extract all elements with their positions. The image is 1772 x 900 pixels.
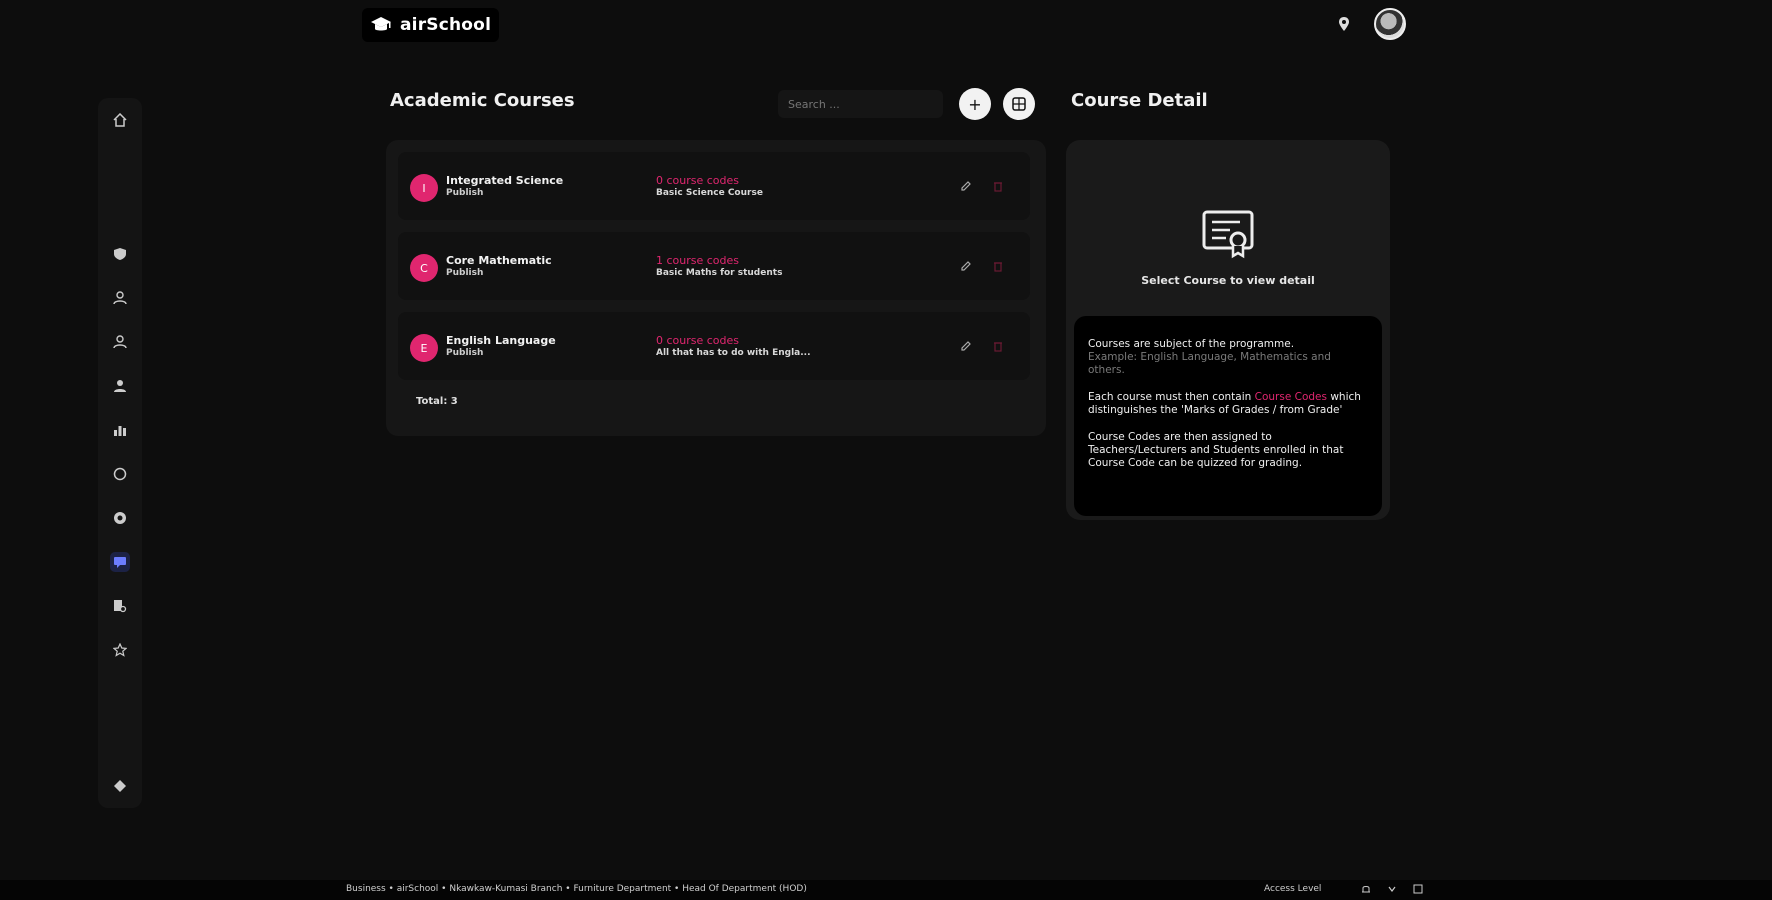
info-p1-muted: Example: English Language, Mathematics a… (1088, 351, 1331, 376)
sidebar-item-reports[interactable] (110, 420, 130, 440)
sidebar-item-settings[interactable] (110, 464, 130, 484)
delete-icon[interactable] (990, 258, 1006, 274)
user-avatar[interactable] (1374, 8, 1406, 40)
edit-icon[interactable] (958, 258, 974, 274)
edit-icon[interactable] (958, 178, 974, 194)
grid-icon (1012, 97, 1026, 111)
course-description: Basic Science Course (656, 188, 763, 198)
delete-icon[interactable] (990, 338, 1006, 354)
app-logo[interactable]: airSchool (362, 8, 500, 42)
course-status: Publish (446, 348, 484, 358)
access-level[interactable]: Access Level (1264, 884, 1321, 894)
sidebar-item-user-1[interactable] (110, 288, 130, 308)
graduation-cap-icon (370, 14, 392, 36)
bar-chart-icon (114, 426, 126, 436)
add-course-button[interactable]: + (959, 88, 991, 120)
course-detail-panel: Select Course to view detail Courses are… (1066, 140, 1390, 520)
bell-icon[interactable] (1360, 883, 1372, 895)
course-status: Publish (446, 268, 484, 278)
sidebar-item-courses[interactable] (110, 552, 130, 572)
chevron-down-icon[interactable] (1386, 883, 1398, 895)
sidebar-item-user-3[interactable] (110, 376, 130, 396)
delete-icon[interactable] (990, 178, 1006, 194)
course-row[interactable]: E English Language Publish 0 course code… (398, 312, 1030, 380)
user-icon (113, 291, 127, 305)
certificate-icon (1200, 208, 1256, 260)
filter-button[interactable] (1003, 88, 1035, 120)
info-p1-strong: Courses are subject of the programme. (1088, 338, 1295, 350)
lifebuoy-icon (114, 512, 126, 524)
course-row[interactable]: C Core Mathematic Publish 1 course codes… (398, 232, 1030, 300)
user-icon (114, 380, 126, 392)
total-count: Total: 3 (416, 396, 458, 407)
info-p2-link: Course Codes (1254, 391, 1327, 403)
sidebar-item-extra[interactable] (110, 776, 130, 796)
doc-search-icon (114, 600, 127, 613)
sidebar-item-favorites[interactable] (110, 640, 130, 660)
sidebar-item-support[interactable] (110, 508, 130, 528)
context-breadcrumb: Business • airSchool • Nkawkaw-Kumasi Br… (346, 884, 807, 894)
info-p2-a: Each course must then contain (1088, 391, 1255, 403)
home-icon (113, 113, 127, 127)
course-codes-count[interactable]: 0 course codes (656, 174, 739, 187)
user-icon (113, 335, 127, 349)
location-pin-icon[interactable] (1334, 14, 1354, 34)
search-input[interactable] (778, 90, 943, 118)
course-row[interactable]: I Integrated Science Publish 0 course co… (398, 152, 1030, 220)
course-name: Core Mathematic (446, 254, 552, 267)
edit-icon[interactable] (958, 338, 974, 354)
sidebar-item-doc-search[interactable] (110, 596, 130, 616)
info-box: Courses are subject of the programme. Ex… (1074, 316, 1382, 516)
info-paragraph-3: Course Codes are then assigned to Teache… (1088, 431, 1344, 469)
info-paragraph-2: Each course must then contain Course Cod… (1088, 391, 1368, 417)
course-initial-badge: C (410, 254, 438, 282)
course-initial-badge: E (410, 334, 438, 362)
star-icon (113, 643, 127, 657)
info-paragraph-1: Courses are subject of the programme. Ex… (1088, 338, 1368, 377)
circle-icon (113, 467, 127, 481)
top-bar: airSchool (0, 0, 1772, 50)
status-bar: Business • airSchool • Nkawkaw-Kumasi Br… (0, 880, 1772, 900)
course-initial-badge: I (410, 174, 438, 202)
app-name: airSchool (400, 15, 492, 35)
plus-icon: + (968, 94, 982, 114)
sidebar-item-home[interactable] (110, 110, 130, 130)
detail-title: Course Detail (1071, 90, 1208, 111)
chat-screen-icon (114, 557, 126, 568)
shield-icon (114, 248, 126, 260)
sidebar-nav (98, 98, 142, 808)
expand-icon[interactable] (1412, 883, 1424, 895)
course-description: Basic Maths for students (656, 268, 783, 278)
sidebar-item-user-2[interactable] (110, 332, 130, 352)
page-title: Academic Courses (390, 90, 575, 111)
course-name: Integrated Science (446, 174, 564, 187)
diamond-icon (114, 780, 126, 792)
course-codes-count[interactable]: 1 course codes (656, 254, 739, 267)
course-codes-count[interactable]: 0 course codes (656, 334, 739, 347)
empty-state-text: Select Course to view detail (1141, 274, 1315, 287)
status-icons (1360, 883, 1424, 895)
course-name: English Language (446, 334, 556, 347)
course-list: I Integrated Science Publish 0 course co… (386, 140, 1046, 436)
sidebar-item-security[interactable] (110, 244, 130, 264)
course-status: Publish (446, 188, 484, 198)
course-description: All that has to do with Engla... (656, 348, 811, 358)
